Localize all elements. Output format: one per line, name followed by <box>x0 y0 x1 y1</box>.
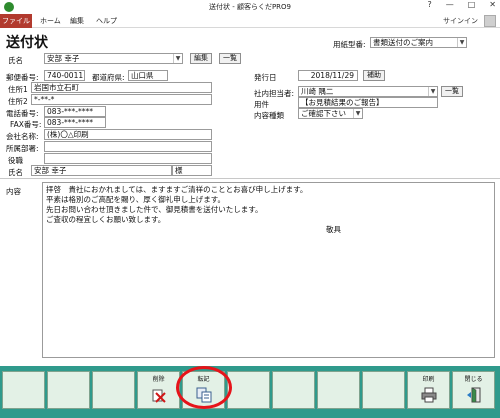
close-button[interactable]: 閉じる <box>452 371 495 409</box>
position-field[interactable] <box>44 153 212 164</box>
signin-link[interactable]: サインイン <box>443 16 478 26</box>
tab-home[interactable]: ホーム <box>40 16 61 26</box>
name-label: 氏名 <box>8 56 23 65</box>
staff-select[interactable]: 川崎 隅二 ▼ <box>298 86 438 97</box>
delete-button[interactable]: 削除 <box>137 371 180 409</box>
closing-text: 敬具 <box>326 225 341 234</box>
highlight-circle <box>176 366 232 409</box>
staff-list-button[interactable]: 一覧 <box>441 86 463 97</box>
function-key-6[interactable] <box>227 371 270 409</box>
department-field[interactable] <box>44 141 212 152</box>
chevron-down-icon[interactable]: ▼ <box>173 54 182 63</box>
window-title: 送付状 - 顧客らくだPRO9 <box>208 3 292 11</box>
print-button[interactable]: 印刷 <box>407 371 450 409</box>
function-key-8[interactable] <box>317 371 360 409</box>
fax-label: FAX番号: <box>10 120 42 129</box>
content-type-select[interactable]: ご確認下さい ▼ <box>298 108 363 119</box>
list-button[interactable]: 一覧 <box>219 53 241 64</box>
staff-label: 社内担当者: <box>254 89 295 98</box>
tab-edit[interactable]: 編集 <box>70 16 84 26</box>
function-key-3[interactable] <box>92 371 135 409</box>
content-line: 拝啓 貴社におかれましては、ますますご清祥のこととお喜び申し上げます。 <box>46 185 308 194</box>
avatar[interactable] <box>484 15 496 27</box>
content-label: 内容 <box>6 187 21 196</box>
department-label: 所属部署: <box>6 144 39 153</box>
content-textarea[interactable]: 拝啓 貴社におかれましては、ますますご清祥のこととお喜び申し上げます。 平素は格… <box>42 182 495 358</box>
recipient-label: 氏名 <box>8 168 23 177</box>
page-title: 送付状 <box>6 35 48 51</box>
content-line: ご査収の程宜しくお願い致します。 <box>46 215 166 224</box>
content-line: 先日お問い合わせ頂きました件で、御見積書を送付いたします。 <box>46 205 263 214</box>
subject-label: 用件 <box>254 100 269 109</box>
paper-type-select[interactable]: 書類送付のご案内 ▼ <box>370 37 467 48</box>
company-label: 会社名称: <box>6 132 39 141</box>
company-field[interactable]: (株)〇△印刷 <box>44 129 212 140</box>
edit-button[interactable]: 編集 <box>190 53 212 64</box>
function-key-9[interactable] <box>362 371 405 409</box>
restore-button[interactable]: □ <box>468 0 476 9</box>
address1-field[interactable]: 岩国市立石町 <box>31 82 212 93</box>
issue-date-field[interactable]: 2018/11/29 <box>298 70 358 81</box>
prefecture-field[interactable]: 山口県 <box>128 70 168 81</box>
minimize-button[interactable]: — <box>446 0 454 9</box>
issue-date-label: 発行日 <box>254 73 277 82</box>
phone-field[interactable]: 083-***-**** <box>44 106 106 117</box>
tab-help[interactable]: ヘルプ <box>96 16 117 26</box>
subject-field[interactable]: 【お見積結果のご報告】 <box>298 97 438 108</box>
address1-label: 住所1 <box>8 85 28 94</box>
function-key-1[interactable] <box>2 371 45 409</box>
name-value: 安部 幸子 <box>47 54 80 63</box>
close-window-button[interactable]: ✕ <box>489 0 496 9</box>
address2-field[interactable]: *-**-* <box>31 94 212 105</box>
exit-door-icon <box>467 387 481 403</box>
content-type-value: ご確認下さい <box>301 109 346 118</box>
staff-value: 川崎 隅二 <box>301 87 334 96</box>
ribbon-bar: ファイル ホーム 編集 ヘルプ サインイン <box>0 14 500 28</box>
tab-file[interactable]: ファイル <box>0 14 32 28</box>
print-label: 印刷 <box>422 376 435 383</box>
paper-type-value: 書類送付のご案内 <box>373 38 433 47</box>
function-key-7[interactable] <box>272 371 315 409</box>
position-label: 役職 <box>8 156 23 165</box>
phone-label: 電話番号: <box>6 109 39 118</box>
name-select[interactable]: 安部 幸子 ▼ <box>44 53 183 64</box>
function-key-2[interactable] <box>47 371 90 409</box>
fax-field[interactable]: 083-***-**** <box>44 117 106 128</box>
recipient-field[interactable]: 安部 幸子 <box>31 165 172 176</box>
postal-field[interactable]: 740-0011 <box>44 70 85 81</box>
assist-button[interactable]: 補助 <box>363 70 385 81</box>
printer-icon <box>421 387 437 403</box>
address2-label: 住所2 <box>8 97 28 106</box>
help-icon[interactable]: ? <box>427 0 431 9</box>
content-line: 平素は格別のご高配を賜り、厚く御礼申し上げます。 <box>46 195 225 204</box>
close-label: 閉じる <box>464 376 483 383</box>
content-type-label: 内容種類 <box>254 111 284 120</box>
chevron-down-icon[interactable]: ▼ <box>428 87 437 96</box>
function-key-bar: 削除 転記 印刷 閉じる <box>0 366 500 418</box>
delete-icon <box>152 389 166 403</box>
honorific-field[interactable]: 様 <box>172 165 212 176</box>
chevron-down-icon[interactable]: ▼ <box>457 38 466 47</box>
chevron-down-icon[interactable]: ▼ <box>353 109 362 118</box>
title-bar: 送付状 - 顧客らくだPRO9 ? — □ ✕ <box>0 0 500 14</box>
paper-type-label: 用紙型番: <box>333 40 366 49</box>
divider <box>0 178 500 179</box>
delete-label: 削除 <box>152 376 165 383</box>
